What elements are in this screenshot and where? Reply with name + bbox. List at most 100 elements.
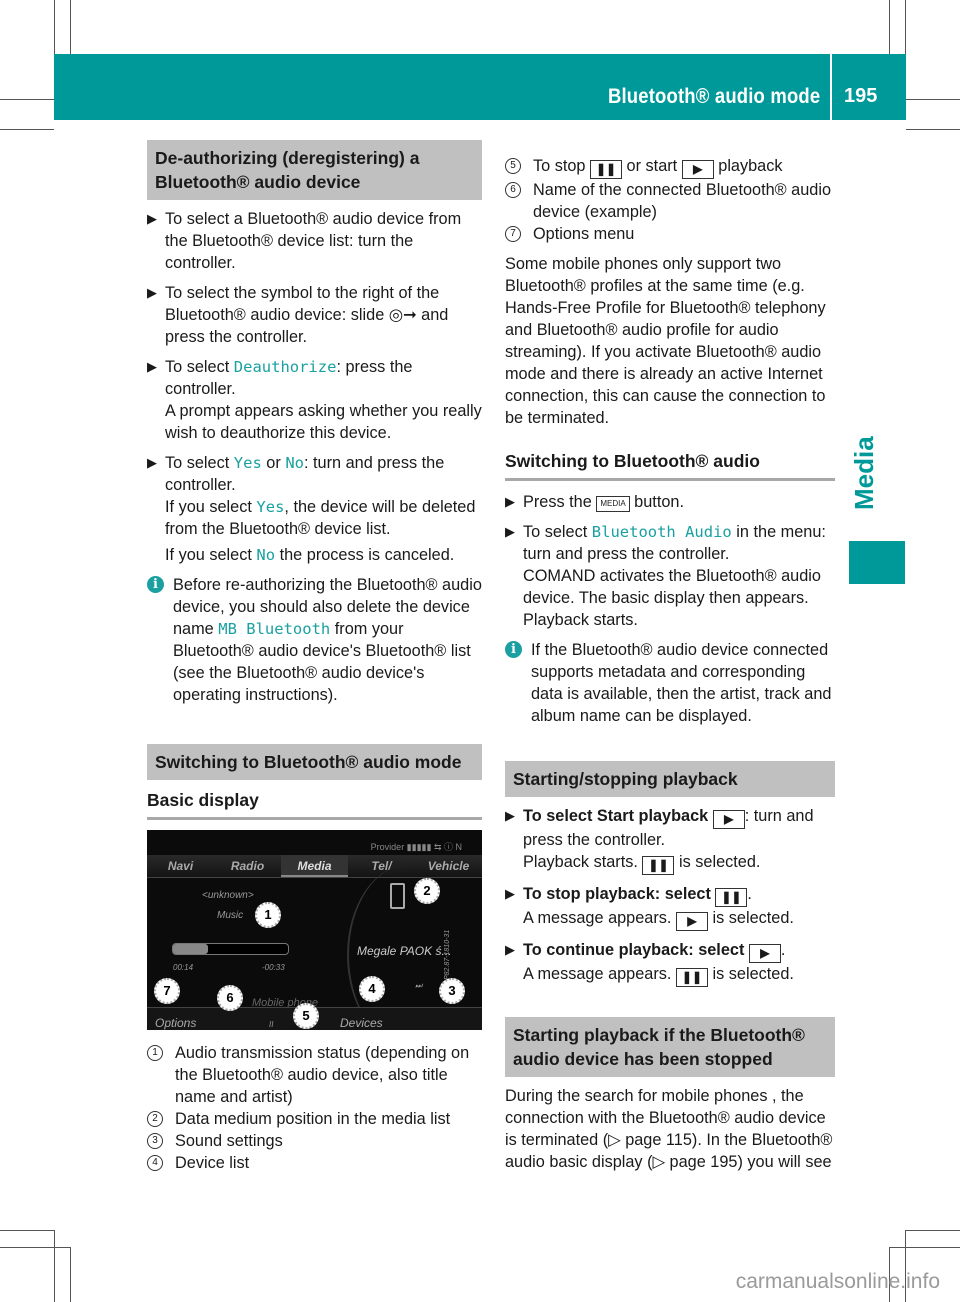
bullet-arrow-icon: ▶ xyxy=(505,808,515,823)
progress-bar xyxy=(172,943,289,955)
instruction-step: ▶ To select the symbol to the right of t… xyxy=(147,284,449,346)
play-button-icon: ▶ xyxy=(681,160,714,179)
legend-item: 3 Sound settings xyxy=(147,1130,482,1152)
bullet-arrow-icon: ▶ xyxy=(147,359,157,374)
crop-mark xyxy=(0,1247,70,1248)
callout-5: 5 xyxy=(293,1003,319,1029)
basic-display-screenshot: Provider ▮▮▮▮▮ ⇆ ⓘ N Navi Radio Media Te… xyxy=(147,830,482,1030)
pause-button-icon: ❚❚ xyxy=(642,856,675,875)
instruction-step: ▶ Press the MEDIA button. xyxy=(505,493,684,512)
crop-mark xyxy=(54,1230,55,1302)
subsection-heading: Basic display xyxy=(147,788,482,820)
callout-2: 2 xyxy=(414,878,440,904)
display-line-unknown: <unknown> xyxy=(202,890,254,901)
section-heading: Starting/stopping playback xyxy=(505,761,835,797)
menu-item-yes: Yes xyxy=(233,454,262,472)
legend-item: 7 Options menu xyxy=(505,223,835,245)
side-tab-label: Media xyxy=(849,436,879,510)
bullet-arrow-icon: ▶ xyxy=(505,886,515,901)
crop-mark xyxy=(0,129,54,130)
info-icon: i xyxy=(505,641,522,658)
pause-button-icon: ❚❚ xyxy=(675,968,708,987)
media-key-icon: MEDIA xyxy=(596,496,630,512)
step-result: Playback starts. ❚❚ is selected. xyxy=(523,851,835,875)
side-tab-marker xyxy=(849,541,905,584)
left-column: De-authorizing (deregistering) a Bluetoo… xyxy=(147,140,482,1174)
options-label: Options xyxy=(155,1016,197,1030)
subsection-heading: Switching to Bluetooth® audio xyxy=(505,449,835,481)
page-number: 195 xyxy=(844,85,878,107)
header-divider xyxy=(830,54,832,120)
device-name-mb-bluetooth: MB Bluetooth xyxy=(218,620,331,638)
instruction-step: ▶ To stop playback: select ❚❚. A message… xyxy=(505,883,835,931)
menu-item-bluetooth-audio: Bluetooth Audio xyxy=(591,523,732,541)
skip-forward-icon: ⏭ xyxy=(415,981,423,990)
chapter-title: Bluetooth® audio mode xyxy=(607,85,820,108)
display-line-music: Music xyxy=(217,910,244,921)
play-button-icon: ▶ xyxy=(675,912,708,931)
step-result: A message appears. ❚❚ is selected. xyxy=(523,963,835,987)
crop-mark xyxy=(906,99,960,100)
display-tab-navi: Navi xyxy=(167,859,194,873)
bullet-arrow-icon: ▶ xyxy=(505,524,515,539)
crop-mark xyxy=(889,1247,960,1248)
instruction-step: ▶ To continue playback: select ▶. A mess… xyxy=(505,939,835,987)
page-header: Bluetooth® audio mode 195 xyxy=(54,54,906,120)
display-tab-radio: Radio xyxy=(230,859,265,873)
bullet-arrow-icon: ▶ xyxy=(147,455,157,470)
instruction-step: ▶ To select Yes or No: turn and press th… xyxy=(147,452,482,566)
pause-button-icon: ❚❚ xyxy=(590,160,623,179)
crop-mark xyxy=(905,1230,960,1231)
play-button-icon: ▶ xyxy=(712,810,745,829)
watermark: carmanualsonline.info xyxy=(735,1270,940,1293)
callout-4: 4 xyxy=(359,976,385,1002)
info-icon: i xyxy=(147,576,164,593)
menu-item-deauthorize: Deauthorize xyxy=(233,358,337,376)
crop-mark xyxy=(70,1247,71,1302)
legend-item: 4 Device list xyxy=(147,1152,482,1174)
callout-3: 3 xyxy=(439,978,465,1004)
body-paragraph: Some mobile phones only support two Blue… xyxy=(505,255,826,427)
menu-item-no: No xyxy=(285,454,304,472)
progress-fill xyxy=(173,944,208,954)
devices-label: Devices xyxy=(340,1016,383,1030)
callout-1: 1 xyxy=(255,902,281,928)
info-note: i Before re-authorizing the Bluetooth® a… xyxy=(147,574,482,706)
play-button-icon: ▶ xyxy=(748,944,781,963)
legend-item: 2 Data medium position in the media list xyxy=(147,1108,482,1130)
right-column: 5 To stop ❚❚ or start ▶ playback 6 Name of… xyxy=(505,155,835,1181)
crop-mark xyxy=(0,1230,54,1231)
callout-7: 7 xyxy=(154,978,180,1004)
crop-mark xyxy=(906,129,960,130)
crop-mark xyxy=(0,99,54,100)
controller-slide-right-icon: ◎➞ xyxy=(388,306,417,324)
pause-icon: II xyxy=(269,1020,274,1029)
bullet-arrow-icon: ▶ xyxy=(147,211,157,226)
section-heading: Starting playback if the Bluetooth® audi… xyxy=(505,1017,835,1077)
info-note: i If the Bluetooth® audio device connect… xyxy=(505,639,835,727)
section-heading: De-authorizing (deregistering) a Bluetoo… xyxy=(147,140,482,200)
step-result: If you select Yes, the device will be de… xyxy=(165,498,476,538)
step-result: COMAND activates the Bluetooth® audio de… xyxy=(523,567,821,629)
section-heading: Switching to Bluetooth® audio mode xyxy=(147,744,482,780)
instruction-step: ▶ To select Bluetooth Audio in the menu:… xyxy=(505,521,835,631)
elapsed-time: 00:14 xyxy=(173,963,194,972)
image-id: P82.87-1810-31 xyxy=(444,929,451,980)
display-tab-media: Media xyxy=(281,855,348,877)
bullet-arrow-icon: ▶ xyxy=(505,494,515,509)
callout-6: 6 xyxy=(217,985,243,1011)
body-paragraph: During the search for mobile phones , th… xyxy=(505,1087,833,1171)
step-result: A prompt appears asking whether you real… xyxy=(165,402,482,442)
bullet-arrow-icon: ▶ xyxy=(505,942,515,957)
instruction-step: ▶ To select a Bluetooth® audio device fr… xyxy=(147,210,462,272)
bullet-arrow-icon: ▶ xyxy=(147,285,157,300)
pause-button-icon: ❚❚ xyxy=(715,888,748,907)
step-result: A message appears. ▶ is selected. xyxy=(523,907,835,931)
legend-item: 6 Name of the connected Bluetooth® audio … xyxy=(505,179,835,223)
legend-item: 1 Audio transmission status (depending on… xyxy=(147,1042,482,1108)
instruction-step: ▶ To select Deauthorize: press the contr… xyxy=(147,358,482,442)
